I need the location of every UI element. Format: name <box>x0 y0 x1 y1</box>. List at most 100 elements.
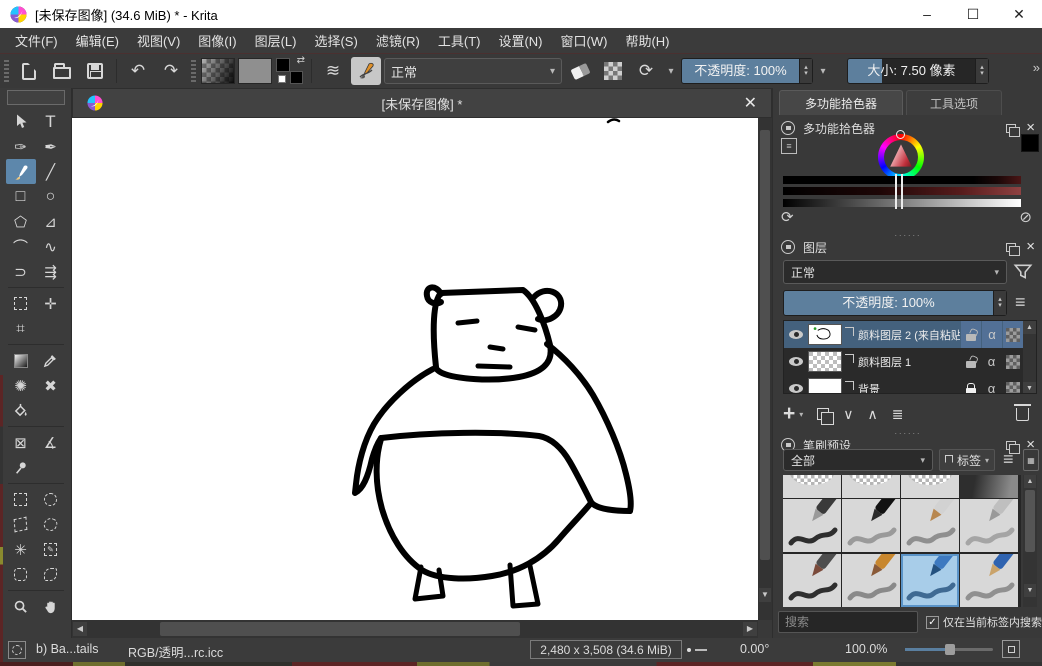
scroll-up-icon[interactable]: ▲ <box>1024 475 1036 488</box>
slider-handle[interactable] <box>895 185 903 197</box>
scroll-right-icon[interactable]: ▶ <box>743 622 757 636</box>
layer-filter-button[interactable] <box>1013 262 1033 285</box>
layer-lock-toggle[interactable] <box>960 321 981 348</box>
menu-item-help[interactable]: 帮助(H) <box>616 27 678 54</box>
docker-lock-icon[interactable] <box>781 121 795 135</box>
scroll-down-icon[interactable]: ▼ <box>759 588 771 602</box>
layer-properties-button[interactable]: ≣ <box>892 406 904 423</box>
layer-visibility-toggle[interactable] <box>784 384 808 393</box>
save-button[interactable] <box>80 57 110 85</box>
edit-brush-settings-button[interactable] <box>351 57 381 85</box>
statusbar-rotation-angle[interactable]: 0.00° <box>740 642 769 656</box>
tool-select[interactable] <box>6 109 36 134</box>
menu-item-filter[interactable]: 滤镜(R) <box>367 27 429 54</box>
float-docker-icon[interactable] <box>1006 124 1016 133</box>
layer-thumbnail[interactable] <box>808 378 842 394</box>
menu-item-tools[interactable]: 工具(T) <box>429 27 490 54</box>
layer-name[interactable]: 颜料图层 2 (来自粘贴) <box>858 327 960 343</box>
opacity-slider[interactable]: 不透明度: 100% ▴▾ <box>681 58 813 84</box>
layer-visibility-toggle[interactable] <box>784 357 808 366</box>
tool-fill[interactable] <box>6 398 36 423</box>
layer-options-hamburger-icon[interactable]: ≡ <box>1015 294 1026 310</box>
float-docker-icon[interactable] <box>1006 243 1016 252</box>
eraser-mode-button[interactable] <box>565 57 595 85</box>
tool-calligraphy[interactable]: ✒ <box>36 134 66 159</box>
brush-option-slider-button[interactable]: ≋ <box>318 57 348 85</box>
undo-button[interactable]: ↶ <box>123 57 153 85</box>
brush-preset-watercolor-blue[interactable] <box>901 554 959 607</box>
tab-tool-options[interactable]: 工具选项 <box>906 90 1002 115</box>
swap-colors-icon[interactable]: ⇄ <box>297 55 305 66</box>
canvas-titlebar[interactable]: [未保存图像] * ✕ <box>72 88 772 118</box>
brush-preset-partial[interactable] <box>842 475 900 498</box>
close-docker-icon[interactable]: × <box>1026 123 1035 133</box>
selection-mode-icon[interactable] <box>8 641 26 659</box>
tool-multibrush[interactable]: ⇶ <box>36 259 66 284</box>
slider-handle[interactable] <box>895 197 903 209</box>
tool-zoom[interactable] <box>6 594 36 619</box>
blending-mode-dropdown[interactable]: 正常 ▾ <box>384 58 562 84</box>
hue-handle[interactable] <box>896 130 905 139</box>
maximize-button[interactable]: ☐ <box>950 0 996 28</box>
menu-item-select[interactable]: 选择(S) <box>305 27 366 54</box>
tool-ellipse-select[interactable] <box>36 487 66 512</box>
menu-item-file[interactable]: 文件(F) <box>6 27 67 54</box>
tag-button[interactable]: 标签 ▾ <box>939 449 995 471</box>
tool-smart-patch[interactable]: ✖ <box>36 373 66 398</box>
layer-alpha-inherit-toggle[interactable] <box>1002 321 1023 348</box>
scroll-down-icon[interactable]: ▼ <box>1024 584 1036 597</box>
tool-bezier-select[interactable]: ✎ <box>36 537 66 562</box>
tool-colorize-mask[interactable]: ✺ <box>6 373 36 398</box>
tool-reference-images[interactable] <box>6 455 36 480</box>
fit-canvas-button[interactable] <box>1002 640 1020 658</box>
vscroll-thumb[interactable] <box>760 130 770 560</box>
docker-resize-handle[interactable]: ...... <box>773 230 1042 236</box>
layer-visibility-toggle[interactable] <box>784 330 808 339</box>
reload-preset-button[interactable]: ⟳ <box>631 57 661 85</box>
menu-item-layer[interactable]: 图层(L) <box>246 27 306 54</box>
toolbar-overflow-button[interactable]: » <box>1033 60 1040 75</box>
foreground-color-swatch[interactable] <box>276 58 290 72</box>
delete-layer-button[interactable] <box>1016 408 1029 421</box>
refresh-history-icon[interactable]: ⟳ <box>781 210 794 226</box>
pattern-chooser-button[interactable] <box>238 58 272 84</box>
tool-polygon-select[interactable] <box>6 512 36 537</box>
layer-row-background[interactable]: 背景 α <box>784 375 1036 394</box>
tool-bezier-curve[interactable]: ⌒ <box>6 234 36 259</box>
brush-preset-sketch-pen-silver[interactable] <box>960 499 1018 552</box>
tool-rectangle[interactable]: □ <box>6 184 36 209</box>
search-in-tag-checkbox[interactable]: ✓ <box>926 616 939 629</box>
brush-size-spinner[interactable]: ▴▾ <box>975 59 988 83</box>
tool-polygon[interactable]: ⬠ <box>6 209 36 234</box>
preserve-alpha-button[interactable] <box>598 57 628 85</box>
menu-item-image[interactable]: 图像(I) <box>189 27 245 54</box>
layer-row-paint-layer-1[interactable]: 颜料图层 1 α <box>784 348 1036 375</box>
layer-blend-mode-dropdown[interactable]: 正常 ▾ <box>783 260 1007 284</box>
brush-preset-ink-pen-black[interactable] <box>842 499 900 552</box>
layer-alpha-toggle[interactable]: α <box>981 321 1002 348</box>
tool-outline-select[interactable] <box>6 562 36 587</box>
layer-lock-toggle[interactable] <box>960 348 981 375</box>
tool-dynamic-brush[interactable]: ⊃ <box>6 259 36 284</box>
docker-lock-icon[interactable] <box>781 240 795 254</box>
layer-lock-toggle[interactable] <box>960 375 981 394</box>
layer-name[interactable]: 背景 <box>858 381 960 395</box>
tool-line[interactable]: ╱ <box>36 159 66 184</box>
close-button[interactable]: ✕ <box>996 0 1042 28</box>
tool-move[interactable]: ✛ <box>36 291 66 316</box>
menu-item-window[interactable]: 窗口(W) <box>552 27 617 54</box>
color-slider-3[interactable] <box>783 199 1021 207</box>
docker-resize-handle[interactable]: ...... <box>773 428 1042 434</box>
minimize-button[interactable]: – <box>904 0 950 28</box>
brush-size-slider[interactable]: 大小: 7.50 像素 ▴▾ <box>847 58 989 84</box>
brush-preset-fineliner-silver[interactable] <box>901 499 959 552</box>
scroll-down-icon[interactable]: ▼ <box>1023 382 1036 394</box>
bscroll-thumb[interactable] <box>1025 490 1035 552</box>
statusbar-zoom-value[interactable]: 100.0% <box>845 642 887 656</box>
current-color-swatch[interactable] <box>1021 134 1039 152</box>
layer-list-scrollbar[interactable]: ▲ ▼ <box>1023 321 1036 394</box>
scroll-left-icon[interactable]: ◀ <box>73 622 87 636</box>
layer-alpha-inherit-toggle[interactable] <box>1002 348 1023 375</box>
move-layer-down-button[interactable]: ∨ <box>843 406 853 423</box>
tool-magnetic-select[interactable] <box>36 562 66 587</box>
